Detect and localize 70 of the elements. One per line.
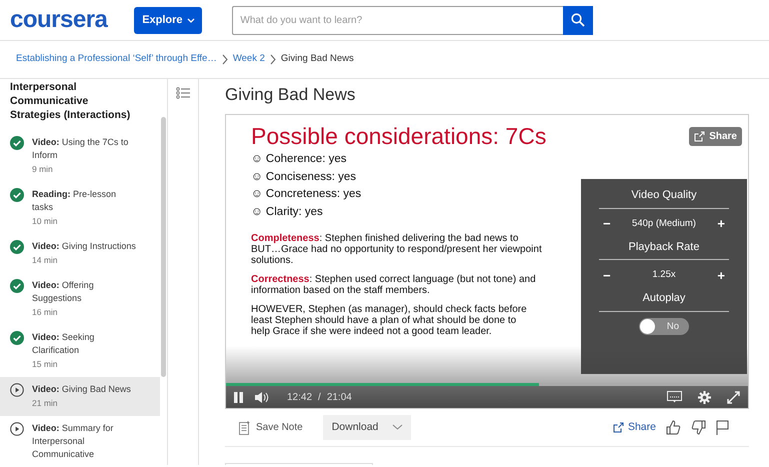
pause-icon[interactable] (234, 392, 243, 403)
slide-text: information based on the staff members. (251, 285, 430, 296)
setting-value: 540p (Medium) (632, 216, 696, 231)
check-icon (10, 331, 24, 345)
decrease-button[interactable]: − (603, 214, 611, 234)
share-link[interactable]: Share (612, 420, 656, 436)
slide-text: Completeness: Stephen finished delivering the bad news to (251, 233, 518, 244)
thumbs-up-icon[interactable] (666, 420, 681, 436)
share-button[interactable]: Share (689, 127, 742, 146)
caret-icon (186, 18, 195, 22)
chevron-icon (270, 54, 276, 65)
chevron-icon (222, 54, 228, 65)
explore-button[interactable]: Explore (134, 6, 202, 34)
search-field[interactable]: What do you want to learn? (232, 6, 564, 34)
setting-label: Video Quality (599, 187, 729, 209)
setting-value: 1.25x (652, 268, 676, 282)
slide-text: HOWEVER, Stephen (as manager), should check facts before (251, 304, 527, 316)
slide-text: ☺ Concreteness: yes (251, 187, 362, 202)
current-time: 12:42 (287, 392, 312, 403)
scrollbar[interactable] (161, 117, 166, 377)
slide-text: solutions. (251, 255, 294, 266)
play-icon (10, 422, 24, 436)
breadcrumb-link[interactable]: Week 2 (232, 52, 265, 67)
lesson-item[interactable]: Video: Seeking Clarification 15 min (0, 325, 160, 377)
slide-text: least Stephen should have a plan of what should be done to (251, 315, 516, 326)
check-icon (10, 279, 24, 293)
lesson-item[interactable]: Video: Using the 7Cs to Inform 9 min (0, 130, 160, 182)
note-icon (239, 420, 250, 435)
check-icon (10, 136, 24, 150)
chevron-icon (392, 424, 403, 432)
increase-button[interactable]: + (717, 266, 725, 286)
page-title: Giving Bad News (225, 85, 356, 106)
save-note-button[interactable]: Save Note (239, 420, 303, 436)
fullscreen-icon[interactable] (727, 390, 740, 404)
slide-text: ☺ Coherence: yes (251, 152, 346, 168)
settings-icon[interactable] (698, 390, 711, 404)
time-separator: / (318, 392, 321, 403)
check-icon (10, 240, 24, 254)
total-time: 21:04 (326, 392, 352, 403)
lesson-item[interactable]: Video: Offering Suggestions 16 min (0, 273, 160, 325)
breadcrumb-link[interactable]: Establishing a Professional ‘Self’ through Effe… (16, 52, 217, 67)
decrease-button[interactable]: − (603, 266, 611, 286)
lesson-item[interactable]: Reading: Pre-lesson tasks 10 min (0, 182, 160, 234)
lesson-item[interactable]: Video: Summary for Interpersonal Communicative (0, 416, 160, 465)
slide-title: Possible considerations: 7Cs (251, 123, 546, 150)
captions-icon[interactable] (667, 391, 682, 404)
breadcrumb-current: Giving Bad News (280, 52, 354, 66)
slide-text: ☺ Clarity: yes (251, 204, 323, 220)
setting-label: Autoplay (599, 290, 729, 312)
logo[interactable]: coursera (10, 2, 108, 38)
flag-icon[interactable] (716, 420, 729, 436)
increase-button[interactable]: + (717, 214, 725, 234)
volume-icon[interactable] (255, 390, 269, 404)
play-icon (10, 383, 24, 397)
slide-text: help Grace if she were indeed not a good team leader. (251, 326, 492, 338)
setting-label: Playback Rate (599, 238, 729, 260)
search-icon (571, 13, 586, 27)
slide-text: ☺ Conciseness: yes (251, 170, 356, 185)
thumbs-down-icon[interactable] (691, 420, 706, 436)
search-button[interactable] (563, 6, 594, 34)
share-icon (694, 131, 706, 142)
list-icon[interactable] (176, 87, 190, 99)
download-dropdown[interactable]: Download (322, 415, 411, 440)
slide-text: Correctness: Stephen used correct language (but not tone) and (251, 274, 536, 286)
check-icon (10, 188, 24, 202)
slide-text: BUT…Grace had no opportunity to respond/present her viewpoint (251, 244, 542, 256)
section-heading: Interpersonal Communicative Strategies (Interactions) (9, 80, 132, 122)
lesson-item[interactable]: Video: Giving Instructions 14 min (0, 234, 160, 273)
share-icon (612, 422, 624, 434)
lesson-item[interactable]: Video: Giving Bad News 21 min (0, 377, 160, 416)
